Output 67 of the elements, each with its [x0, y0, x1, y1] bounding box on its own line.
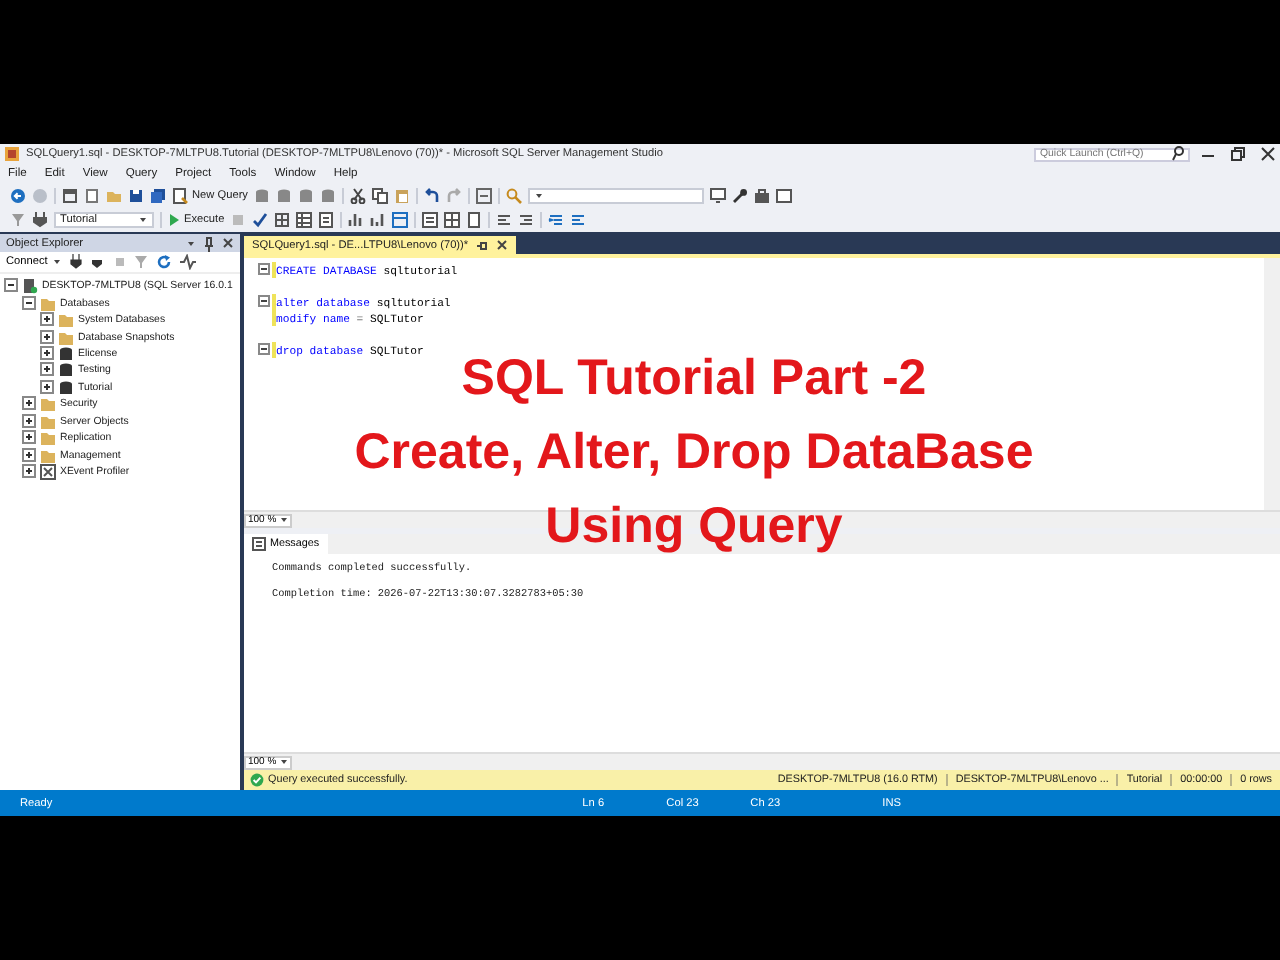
expand-icon[interactable]: [40, 312, 54, 329]
stats-icon[interactable]: [370, 212, 387, 228]
close-icon[interactable]: [222, 235, 234, 251]
collapse-icon[interactable]: [22, 295, 36, 312]
expand-icon[interactable]: [22, 464, 36, 481]
grid-icon[interactable]: [296, 212, 313, 228]
back-icon[interactable]: [10, 188, 26, 204]
expand-icon[interactable]: [22, 430, 36, 447]
refresh-icon[interactable]: [155, 254, 172, 270]
cut-icon[interactable]: [349, 188, 366, 204]
undo-icon[interactable]: [423, 188, 440, 204]
expand-icon[interactable]: [22, 447, 36, 464]
monitor-icon[interactable]: [709, 188, 726, 204]
results-grid-icon[interactable]: [444, 212, 461, 228]
expand-icon[interactable]: [40, 379, 54, 396]
table-icon[interactable]: [392, 212, 409, 228]
document-icon[interactable]: [318, 212, 335, 228]
panel-icon[interactable]: [475, 188, 492, 204]
expand-icon[interactable]: [40, 362, 54, 379]
outline-collapse-icon[interactable]: [258, 294, 270, 310]
expand-icon[interactable]: [40, 345, 54, 362]
window-icon[interactable]: [775, 188, 792, 204]
new-query-icon: [172, 188, 188, 204]
database-query-icon[interactable]: [253, 188, 270, 204]
outdent-icon[interactable]: [570, 212, 587, 228]
pin-icon[interactable]: [204, 235, 214, 251]
check-icon[interactable]: [252, 212, 269, 228]
scrollbar[interactable]: [1264, 258, 1280, 510]
new-item-icon[interactable]: [84, 188, 100, 204]
close-icon[interactable]: [1260, 146, 1276, 162]
database-query-icon[interactable]: [319, 188, 336, 204]
search-icon[interactable]: [505, 188, 522, 204]
save-icon[interactable]: [128, 188, 144, 204]
play-icon: [168, 212, 180, 228]
activity-icon[interactable]: [179, 254, 196, 270]
app-icon: [4, 146, 20, 162]
pin-icon[interactable]: [476, 237, 489, 253]
save-all-icon[interactable]: [150, 188, 166, 204]
stats-icon[interactable]: [348, 212, 365, 228]
expand-icon[interactable]: [40, 329, 54, 346]
overlay-title: Create, Alter, Drop DataBase: [354, 422, 1034, 484]
success-icon: [250, 772, 264, 788]
server-icon: [22, 278, 38, 295]
outline-collapse-icon[interactable]: [258, 262, 270, 278]
expand-icon[interactable]: [22, 396, 36, 413]
database-query-icon[interactable]: [297, 188, 314, 204]
overlay-title: Using Query: [545, 496, 843, 558]
search-icon: [1172, 146, 1184, 162]
results-file-icon[interactable]: [466, 212, 483, 228]
database-query-icon[interactable]: [275, 188, 292, 204]
restore-icon[interactable]: [1230, 146, 1246, 162]
toolbox-icon[interactable]: [753, 188, 770, 204]
copy-icon[interactable]: [371, 188, 388, 204]
window-icon[interactable]: [62, 188, 78, 204]
indent-icon[interactable]: [548, 212, 565, 228]
comment-icon[interactable]: [496, 212, 513, 228]
uncomment-icon[interactable]: [518, 212, 535, 228]
expand-icon[interactable]: [22, 413, 36, 430]
connect-icon[interactable]: [32, 212, 48, 228]
profiler-icon: [40, 464, 56, 481]
results-text-icon[interactable]: [422, 212, 439, 228]
connect-icon[interactable]: [69, 254, 82, 270]
close-icon[interactable]: [496, 237, 509, 253]
overlay-title: SQL Tutorial Part -2: [461, 348, 927, 410]
wrench-icon[interactable]: [731, 188, 748, 204]
outline-collapse-icon[interactable]: [258, 342, 270, 358]
collapse-icon[interactable]: [4, 278, 18, 295]
